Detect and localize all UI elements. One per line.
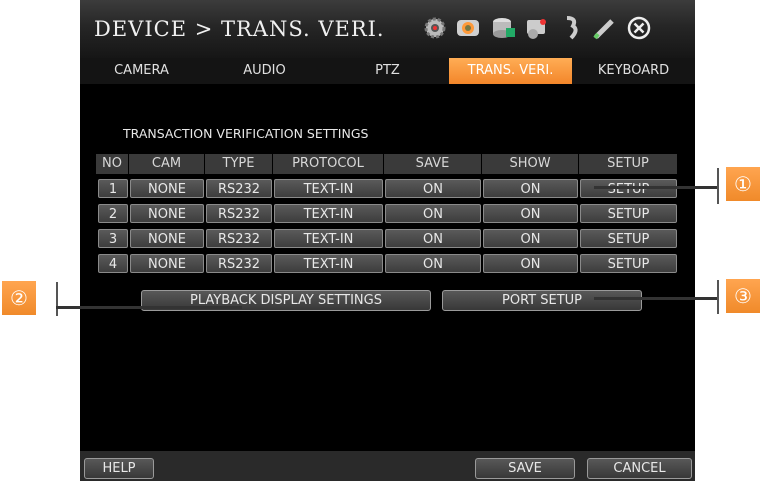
cancel-button[interactable]: CANCEL bbox=[587, 458, 692, 479]
type-select[interactable]: RS232 bbox=[206, 254, 272, 273]
type-select[interactable]: RS232 bbox=[206, 179, 272, 198]
pen-icon[interactable] bbox=[590, 13, 620, 43]
show-toggle[interactable]: ON bbox=[483, 179, 578, 198]
tab-keyboard[interactable]: KEYBOARD bbox=[572, 58, 695, 84]
show-toggle[interactable]: ON bbox=[483, 204, 578, 223]
cam-select[interactable]: NONE bbox=[130, 179, 204, 198]
tab-camera[interactable]: CAMERA bbox=[80, 58, 203, 84]
save-toggle[interactable]: ON bbox=[385, 229, 481, 248]
column-header: NO bbox=[96, 154, 128, 174]
title-bar: DEVICE > TRANS. VERI. bbox=[80, 0, 695, 58]
column-header: TYPE bbox=[205, 154, 272, 174]
row-number: 4 bbox=[98, 254, 128, 273]
wrench-icon[interactable] bbox=[556, 13, 586, 43]
callout-line-3 bbox=[594, 297, 718, 300]
close-icon[interactable] bbox=[624, 13, 654, 43]
protocol-select[interactable]: TEXT-IN bbox=[274, 179, 383, 198]
save-toggle[interactable]: ON bbox=[385, 254, 481, 273]
save-toggle[interactable]: ON bbox=[385, 179, 481, 198]
section-title: TRANSACTION VERIFICATION SETTINGS bbox=[123, 126, 369, 141]
row-number: 3 bbox=[98, 229, 128, 248]
row-number: 1 bbox=[98, 179, 128, 198]
tab-trans-veri[interactable]: TRANS. VERI. bbox=[449, 58, 572, 84]
port-setup-button[interactable]: PORT SETUP bbox=[442, 290, 642, 311]
cam-select[interactable]: NONE bbox=[130, 229, 204, 248]
save-toggle[interactable]: ON bbox=[385, 204, 481, 223]
column-header: SHOW bbox=[482, 154, 578, 174]
tab-audio[interactable]: AUDIO bbox=[203, 58, 326, 84]
network-icon[interactable] bbox=[522, 13, 552, 43]
protocol-select[interactable]: TEXT-IN bbox=[274, 204, 383, 223]
save-button[interactable]: SAVE bbox=[475, 458, 575, 479]
tab-ptz[interactable]: PTZ bbox=[326, 58, 449, 84]
tab-bar: CAMERA AUDIO PTZ TRANS. VERI. KEYBOARD bbox=[80, 58, 695, 84]
cam-select[interactable]: NONE bbox=[130, 254, 204, 273]
callout-badge-1: ① bbox=[726, 167, 760, 201]
camera-icon[interactable] bbox=[454, 13, 484, 43]
callout-line-1 bbox=[594, 186, 718, 189]
type-select[interactable]: RS232 bbox=[206, 229, 272, 248]
type-select[interactable]: RS232 bbox=[206, 204, 272, 223]
callout-badge-3: ③ bbox=[726, 279, 760, 313]
cam-select[interactable]: NONE bbox=[130, 204, 204, 223]
callout-bar-2 bbox=[56, 282, 58, 316]
setup-button[interactable]: SETUP bbox=[580, 254, 677, 273]
dvr-window: DEVICE > TRANS. VERI. CAMERA AUDIO PTZ T… bbox=[80, 0, 695, 481]
column-header: PROTOCOL bbox=[273, 154, 383, 174]
callout-badge-2: ② bbox=[2, 281, 36, 315]
callout-line-2 bbox=[56, 306, 242, 309]
show-toggle[interactable]: ON bbox=[483, 254, 578, 273]
column-header: SETUP bbox=[579, 154, 677, 174]
gear-icon[interactable] bbox=[420, 13, 450, 43]
callout-bar-1 bbox=[717, 168, 719, 204]
page-title: DEVICE > TRANS. VERI. bbox=[94, 17, 385, 41]
protocol-select[interactable]: TEXT-IN bbox=[274, 254, 383, 273]
setup-button[interactable]: SETUP bbox=[580, 229, 677, 248]
column-header: SAVE bbox=[384, 154, 481, 174]
help-button[interactable]: HELP bbox=[84, 458, 154, 479]
setup-button[interactable]: SETUP bbox=[580, 204, 677, 223]
row-number: 2 bbox=[98, 204, 128, 223]
show-toggle[interactable]: ON bbox=[483, 229, 578, 248]
column-header: CAM bbox=[129, 154, 204, 174]
callout-bar-3 bbox=[717, 280, 719, 314]
disk-icon[interactable] bbox=[488, 13, 518, 43]
protocol-select[interactable]: TEXT-IN bbox=[274, 229, 383, 248]
bottom-bar: HELP SAVE CANCEL bbox=[80, 451, 695, 481]
toolbar-icons bbox=[420, 13, 658, 43]
